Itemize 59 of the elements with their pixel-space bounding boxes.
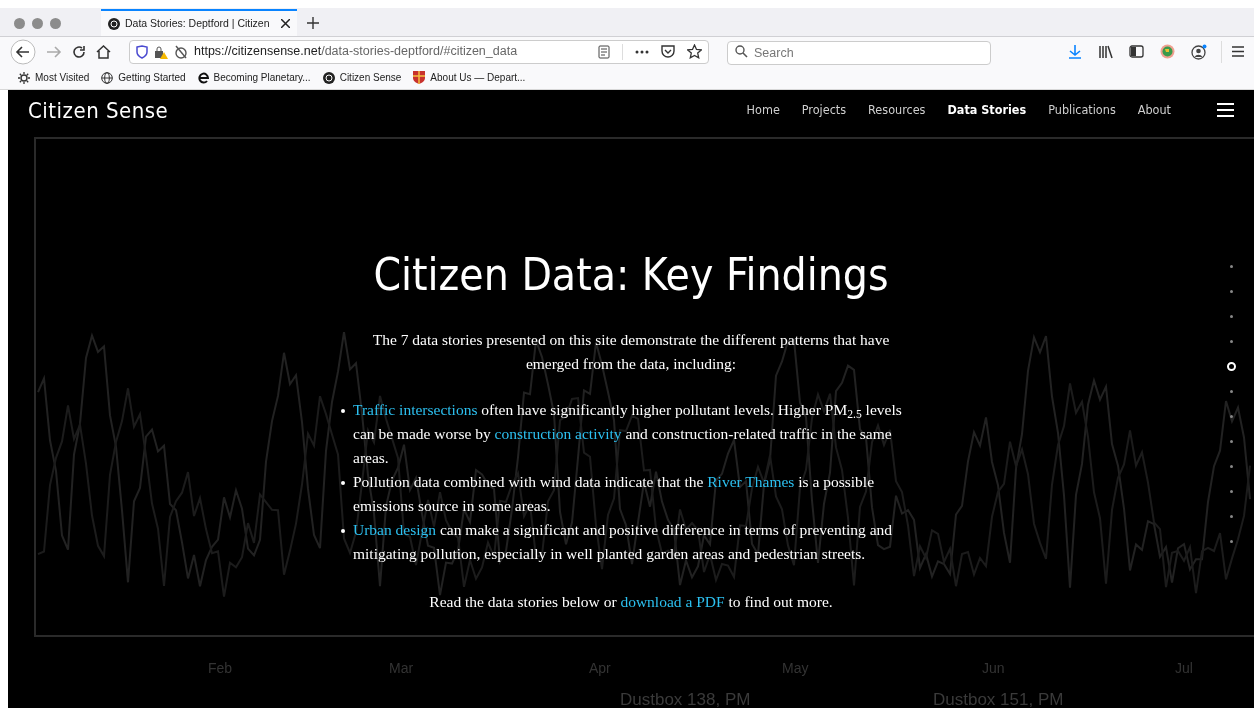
text-link[interactable]: download a PDF bbox=[620, 593, 725, 610]
e-logo-icon bbox=[197, 71, 209, 84]
url-text[interactable]: https://citizensense.net/data-stories-deptford/#citizen_data bbox=[194, 42, 518, 61]
bookmark-item[interactable]: Becoming Planetary... bbox=[197, 70, 311, 85]
nav-link[interactable]: Home bbox=[746, 100, 780, 120]
closing-paragraph: Read the data stories below or download a PDF to find out more. bbox=[428, 592, 834, 612]
text-link[interactable]: Urban design bbox=[353, 521, 437, 538]
bullet-icon bbox=[341, 409, 345, 413]
bookmark-item[interactable]: Citizen Sense bbox=[322, 70, 402, 85]
address-bar[interactable]: https://citizensense.net/data-stories-deptford/#citizen_data bbox=[129, 39, 709, 64]
page-heading: Citizen Data: Key Findings bbox=[373, 248, 889, 302]
bookmark-star-icon[interactable] bbox=[687, 44, 702, 59]
site-favicon-icon bbox=[322, 71, 335, 84]
tab-title: Data Stories: Deptford | Citizen bbox=[125, 15, 271, 31]
globe-icon bbox=[101, 71, 114, 84]
menu-icon[interactable] bbox=[1232, 46, 1244, 57]
reload-icon[interactable] bbox=[72, 44, 86, 59]
gear-icon bbox=[18, 71, 30, 84]
bookmark-item[interactable]: Getting Started bbox=[101, 70, 186, 85]
more-icon[interactable] bbox=[635, 49, 649, 54]
new-tab-icon[interactable] bbox=[307, 17, 319, 29]
search-icon bbox=[735, 44, 748, 58]
extension-globe-icon[interactable] bbox=[1160, 44, 1175, 59]
account-icon[interactable] bbox=[1191, 43, 1207, 60]
shield-icon bbox=[136, 44, 148, 59]
download-icon[interactable] bbox=[1068, 44, 1082, 59]
reader-view-icon[interactable] bbox=[598, 44, 610, 59]
bullet-icon bbox=[341, 529, 345, 533]
legend-label: Dustbox 138, PM bbox=[620, 690, 751, 708]
site-favicon-icon bbox=[108, 17, 120, 30]
nav-link[interactable]: Resources bbox=[868, 100, 926, 120]
text-link[interactable]: construction activity bbox=[494, 425, 622, 442]
site-logo[interactable]: Citizen Sense bbox=[28, 93, 169, 127]
nav-link[interactable]: About bbox=[1137, 100, 1171, 120]
bullet-icon bbox=[341, 481, 345, 485]
tracking-icon bbox=[174, 44, 188, 59]
library-icon[interactable] bbox=[1098, 44, 1113, 59]
browser-tab[interactable]: Data Stories: Deptford | Citizen bbox=[101, 9, 297, 36]
nav-link[interactable]: Data Stories bbox=[947, 100, 1027, 120]
lock-warning-icon bbox=[154, 44, 168, 59]
nav-link[interactable]: Publications bbox=[1048, 100, 1116, 120]
home-icon[interactable] bbox=[96, 44, 111, 59]
nav-link[interactable]: Projects bbox=[801, 100, 847, 120]
crest-icon bbox=[413, 71, 426, 84]
bookmark-item[interactable]: Most Visited bbox=[18, 70, 90, 85]
sidebar-icon[interactable] bbox=[1129, 45, 1144, 58]
bullet-text: Pollution data combined with wind data indicate that the River Thames is a possible emissions source in some areas. bbox=[353, 472, 876, 516]
text-link[interactable]: River Thames bbox=[707, 473, 795, 490]
text-link[interactable]: Traffic intersections bbox=[353, 401, 478, 418]
pocket-icon[interactable] bbox=[661, 45, 675, 58]
bookmark-item[interactable]: About Us — Depart... bbox=[413, 70, 526, 85]
bullet-text: Urban design can make a significant and positive difference in terms of preventing and mitigating pollution, especially in well planted garden areas and pedestrian streets. bbox=[353, 520, 894, 564]
back-icon[interactable] bbox=[10, 38, 36, 65]
bullet-text: Traffic intersections often have significantly higher pollutant levels. Higher PM$_{2.5}$ levels can be made worse by construction activity and construction-related traffic in the same areas. bbox=[353, 400, 903, 468]
forward-icon[interactable] bbox=[46, 44, 62, 59]
intro-paragraph: The 7 data stories presented on this site demonstrate the different patterns that have emerged from the data, including: bbox=[371, 330, 891, 374]
search-field[interactable]: Search bbox=[727, 40, 991, 65]
legend-label: Dustbox 151, PM bbox=[933, 690, 1064, 708]
close-tab-icon[interactable] bbox=[281, 19, 290, 28]
